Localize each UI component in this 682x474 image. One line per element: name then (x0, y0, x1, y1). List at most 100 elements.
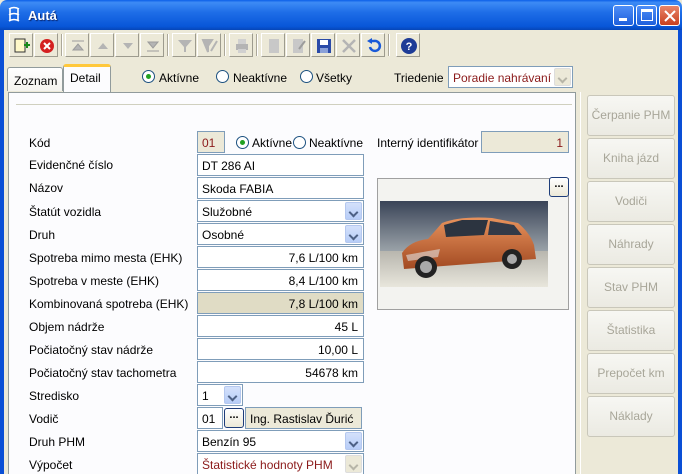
druh-dropdown[interactable]: Osobné (197, 223, 364, 245)
nahrady-button[interactable]: Náhrady (587, 224, 675, 265)
filter-radio-active[interactable] (142, 70, 155, 83)
objem-field[interactable]: 45 L (197, 315, 364, 337)
tab-detail-label: Detail (70, 71, 101, 85)
undo-button[interactable] (361, 33, 385, 57)
prev-record-icon (98, 43, 108, 49)
druh-phm-dropdown[interactable]: Benzín 95 (197, 430, 364, 452)
vodic-name-field: Ing. Rastislav Ďurić (245, 407, 362, 429)
close-button[interactable] (659, 5, 680, 26)
tab-zoznam[interactable]: Zoznam (7, 67, 63, 91)
spotreba-meste-field[interactable]: 8,4 L/100 km (197, 269, 364, 291)
chevron-down-icon (345, 455, 362, 473)
stav-phm-label: Stav PHM (603, 280, 658, 294)
naklady-label: Náklady (609, 409, 653, 423)
evc-value: DT 286 AI (202, 159, 256, 173)
kniha-jazd-label: Kniha jázd (602, 151, 660, 165)
clear-filter-button[interactable] (197, 33, 221, 57)
last-record-icon (146, 41, 160, 52)
chevron-down-icon[interactable] (345, 202, 362, 220)
filter-active-label: Aktívne (159, 71, 200, 85)
chevron-down-icon[interactable] (345, 225, 362, 243)
next-record-button[interactable] (115, 33, 139, 57)
stredisko-label: Stredisko (29, 389, 80, 403)
druh-phm-label: Druh PHM (29, 435, 86, 449)
druh-value: Osobné (202, 228, 245, 242)
new-record-icon (14, 38, 30, 53)
first-record-button[interactable] (65, 33, 89, 57)
undo-icon (367, 38, 382, 53)
last-record-button[interactable] (140, 33, 164, 57)
vodici-button[interactable]: Vodiči (587, 181, 675, 222)
statistika-button[interactable]: Štatistika (587, 310, 675, 351)
stredisko-dropdown[interactable]: 1 (197, 384, 243, 406)
spotreba-mimo-field[interactable]: 7,6 L/100 km (197, 246, 364, 268)
nahrady-label: Náhrady (608, 237, 654, 251)
vypocet-label: Výpočet (29, 458, 73, 472)
statut-dropdown[interactable]: Služobné (197, 200, 364, 222)
vodic-browse-button[interactable]: ... (224, 408, 244, 428)
internal-id-label: Interný identifikátor (377, 136, 479, 150)
status-radio-active[interactable] (236, 136, 249, 149)
spotreba-komb-field[interactable]: 7,8 L/100 km (197, 292, 364, 314)
chevron-down-icon[interactable] (224, 386, 241, 404)
evc-label: Evidenčné číslo (29, 158, 114, 172)
poc-tacho-field[interactable]: 54678 km (197, 361, 364, 383)
nazov-label: Názov (29, 181, 64, 195)
statut-value: Služobné (202, 205, 253, 219)
car-photo (380, 201, 548, 287)
poc-nadrz-value: 10,00 L (317, 343, 358, 357)
kod-label: Kód (29, 136, 51, 150)
minimize-button[interactable] (613, 5, 634, 26)
cerpanie-phm-button[interactable]: Čerpanie PHM (587, 95, 675, 136)
naklady-button[interactable]: Náklady (587, 396, 675, 437)
clear-filter-icon (201, 39, 218, 53)
save-icon (317, 39, 331, 53)
vypocet-dropdown[interactable]: Štatistické hodnoty PHM (197, 453, 364, 474)
filter-icon (178, 40, 192, 52)
poc-nadrz-field[interactable]: 10,00 L (197, 338, 364, 360)
stav-phm-button[interactable]: Stav PHM (587, 267, 675, 308)
status-radio-inactive[interactable] (293, 136, 306, 149)
filter-radio-inactive[interactable] (216, 70, 229, 83)
internal-id-field[interactable]: 1 (481, 131, 569, 153)
edit-button[interactable] (286, 33, 310, 57)
copy-icon (269, 39, 279, 53)
delete-record-button[interactable] (34, 33, 58, 57)
help-button[interactable]: ? (396, 33, 420, 57)
cancel-edit-button[interactable] (336, 33, 360, 57)
filter-button[interactable] (172, 33, 196, 57)
druh-phm-value: Benzín 95 (202, 435, 257, 449)
photo-browse-button[interactable]: ... (549, 177, 569, 197)
chevron-down-icon[interactable] (345, 432, 362, 450)
print-button[interactable] (229, 33, 253, 57)
objem-value: 45 L (334, 320, 358, 334)
poc-tacho-label: Počiatočný stav tachometra (29, 366, 177, 380)
nazov-value: Skoda FABIA (202, 182, 274, 196)
cancel-icon (40, 39, 54, 53)
window-title: Autá (28, 8, 57, 23)
spotreba-meste-value: 8,4 L/100 km (288, 274, 358, 288)
kod-field[interactable]: 01 (197, 131, 225, 153)
help-icon: ? (401, 38, 417, 54)
filter-radio-all[interactable] (300, 70, 313, 83)
copy-button[interactable] (261, 33, 285, 57)
toolbar-separator (167, 34, 169, 56)
ellipsis-icon: ... (229, 409, 239, 421)
save-button[interactable] (311, 33, 335, 57)
prev-record-button[interactable] (90, 33, 114, 57)
vodic-code-field[interactable]: 01 (197, 407, 223, 429)
spotreba-mimo-value: 7,6 L/100 km (288, 251, 358, 265)
new-record-button[interactable] (9, 33, 33, 57)
objem-label: Objem nádrže (29, 320, 105, 334)
prepocet-km-button[interactable]: Prepočet km (587, 353, 675, 394)
nazov-field[interactable]: Skoda FABIA (197, 177, 364, 199)
spotreba-komb-value: 7,8 L/100 km (288, 297, 358, 311)
statistika-label: Štatistika (606, 323, 656, 337)
tab-detail[interactable]: Detail (63, 64, 111, 92)
vodic-label: Vodič (29, 412, 59, 426)
print-icon (236, 39, 248, 53)
evc-field[interactable]: DT 286 AI (197, 154, 364, 176)
sort-dropdown[interactable]: Poradie nahrávaní (448, 66, 573, 88)
kniha-jazd-button[interactable]: Kniha jázd (587, 138, 675, 179)
maximize-button[interactable] (636, 5, 657, 26)
